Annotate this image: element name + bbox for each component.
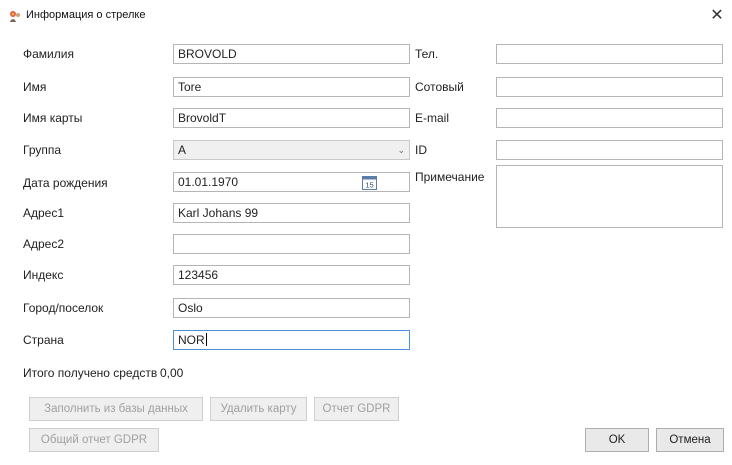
label-birth-date: Дата рождения xyxy=(23,176,108,190)
address2-field[interactable] xyxy=(173,234,410,254)
cancel-button[interactable]: Отмена xyxy=(656,428,724,452)
label-group: Группа xyxy=(23,143,62,157)
city-field[interactable]: Oslo xyxy=(173,298,410,318)
funds-total-value: 0,00 xyxy=(160,366,184,380)
address1-field[interactable]: Karl Johans 99 xyxy=(173,203,410,223)
label-country: Страна xyxy=(23,333,64,347)
calendar-icon[interactable]: 15 xyxy=(362,175,377,190)
label-card-name: Имя карты xyxy=(23,111,83,125)
postal-code-field[interactable]: 123456 xyxy=(173,265,410,285)
birth-date-field[interactable]: 01.01.1970 15 xyxy=(173,172,410,192)
delete-card-button[interactable]: Удалить карту xyxy=(210,397,307,421)
label-mobile: Сотовый xyxy=(415,80,464,94)
label-email: E-mail xyxy=(415,111,450,125)
window-title: Информация о стрелке xyxy=(26,9,146,21)
archer-icon xyxy=(10,11,20,22)
card-name-field[interactable]: BrovoldT xyxy=(173,108,410,128)
label-postal-code: Индекс xyxy=(23,268,64,282)
general-gdpr-report-button[interactable]: Общий отчет GDPR xyxy=(29,428,159,452)
close-button[interactable]: ✕ xyxy=(706,5,728,27)
fill-from-database-button[interactable]: Заполнить из базы данных xyxy=(29,397,203,421)
label-notes: Примечание xyxy=(415,170,485,184)
label-id: ID xyxy=(415,143,427,157)
country-field[interactable]: NOR xyxy=(173,330,410,350)
surname-field[interactable]: BROVOLD xyxy=(173,44,410,64)
ok-button[interactable]: OK xyxy=(585,428,649,452)
birth-date-value: 01.01.1970 xyxy=(178,175,239,189)
archer-info-dialog: Информация о стрелке ✕ Фамилия Имя Имя к… xyxy=(0,0,732,465)
email-field[interactable] xyxy=(496,108,723,128)
label-address2: Адрес2 xyxy=(23,237,65,251)
label-address1: Адрес1 xyxy=(23,206,65,220)
calendar-icon-day: 15 xyxy=(365,181,373,190)
group-select-value: A xyxy=(178,143,187,157)
label-surname: Фамилия xyxy=(23,47,74,61)
label-first-name: Имя xyxy=(23,80,47,94)
close-icon: ✕ xyxy=(710,7,724,24)
gdpr-report-button[interactable]: Отчет GDPR xyxy=(314,397,399,421)
first-name-field[interactable]: Tore xyxy=(173,77,410,97)
title-bar: Информация о стрелке ✕ xyxy=(0,0,732,32)
label-city: Город/поселок xyxy=(23,301,104,315)
country-value: NOR xyxy=(178,333,205,347)
notes-textarea[interactable] xyxy=(496,165,723,228)
id-field[interactable] xyxy=(496,140,723,160)
chevron-down-icon: ⌄ xyxy=(397,145,405,155)
phone-field[interactable] xyxy=(496,44,723,64)
group-select[interactable]: A ⌄ xyxy=(173,140,410,160)
label-phone: Тел. xyxy=(415,47,439,61)
mobile-field[interactable] xyxy=(496,77,723,97)
text-caret xyxy=(205,333,207,346)
funds-total-label: Итого получено средств xyxy=(23,366,158,380)
